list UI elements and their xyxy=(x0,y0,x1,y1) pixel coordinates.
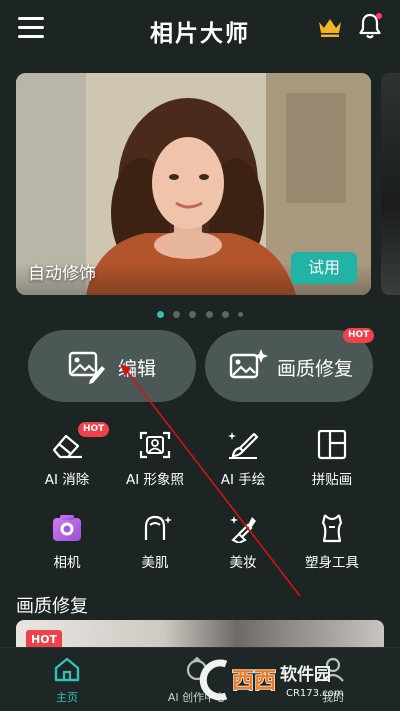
edit-photo-icon xyxy=(68,351,105,384)
home-icon xyxy=(54,657,80,682)
watermark-brand: 西西 xyxy=(232,669,276,694)
edit-button[interactable]: 编辑 xyxy=(28,330,196,402)
quality-repair-label: 画质修复 xyxy=(277,358,354,380)
face-icon xyxy=(144,515,172,540)
carousel-dot xyxy=(221,311,229,318)
tool-ai-erase[interactable]: AI 消除 xyxy=(22,430,112,488)
carousel-dot xyxy=(237,312,243,317)
tool-body-shape[interactable]: 塑身工具 xyxy=(287,513,377,571)
collage-icon xyxy=(317,430,347,460)
next-banner-peek[interactable] xyxy=(381,73,400,295)
banner-label: 自动修饰 xyxy=(28,264,96,284)
tool-makeup[interactable]: 美妆 xyxy=(198,513,288,571)
top-bar: 相片大师 xyxy=(0,0,400,56)
lipstick-icon xyxy=(230,516,256,543)
crown-icon[interactable] xyxy=(317,16,343,38)
edit-label: 编辑 xyxy=(118,358,157,380)
tool-label: AI 形象照 xyxy=(125,472,184,488)
carousel-dot xyxy=(205,311,213,318)
brush-icon xyxy=(228,432,259,459)
tool-label: 美肌 xyxy=(141,555,169,571)
watermark-logo: 西西 软件园 CR173.com xyxy=(199,659,344,701)
camera-icon xyxy=(53,515,81,541)
watermark-url: CR173.com xyxy=(286,688,344,699)
carousel-dot xyxy=(189,311,197,318)
tool-label: AI 手绘 xyxy=(220,472,266,488)
notification-dot xyxy=(376,13,382,19)
tool-ai-portrait[interactable]: AI 形象照 xyxy=(110,430,200,488)
app-screen: 相片大师 自动修饰 试用 编辑 画质修复 HOT AI 消除 HOT AI 形象… xyxy=(0,0,400,711)
tool-label: 美妆 xyxy=(229,555,257,571)
carousel-dot xyxy=(157,311,165,318)
eraser-icon xyxy=(52,434,82,459)
tool-camera[interactable]: 相机 xyxy=(22,513,112,571)
section-title: 画质修复 xyxy=(16,596,88,617)
nav-label: 主页 xyxy=(56,691,78,704)
hot-badge: HOT xyxy=(343,328,375,343)
watermark-text: 软件园 xyxy=(280,664,331,685)
portrait-frame-icon xyxy=(139,431,171,459)
carousel-indicator xyxy=(0,304,400,318)
try-button[interactable]: 试用 xyxy=(291,252,357,284)
tool-collage[interactable]: 拼贴画 xyxy=(287,430,377,488)
body-shape-icon xyxy=(321,514,343,543)
feature-banner[interactable]: 自动修饰 试用 xyxy=(16,73,371,295)
nav-home[interactable]: 主页 xyxy=(22,656,112,705)
tool-skin[interactable]: 美肌 xyxy=(110,513,200,571)
hot-badge: HOT xyxy=(78,422,110,437)
tool-label: 相机 xyxy=(53,555,81,571)
tool-label: 拼贴画 xyxy=(311,472,353,488)
tool-label: AI 消除 xyxy=(44,472,90,488)
enhance-photo-icon xyxy=(229,349,268,379)
carousel-dot xyxy=(173,311,181,318)
tool-ai-drawing[interactable]: AI 手绘 xyxy=(198,430,288,488)
tool-label: 塑身工具 xyxy=(305,555,359,571)
